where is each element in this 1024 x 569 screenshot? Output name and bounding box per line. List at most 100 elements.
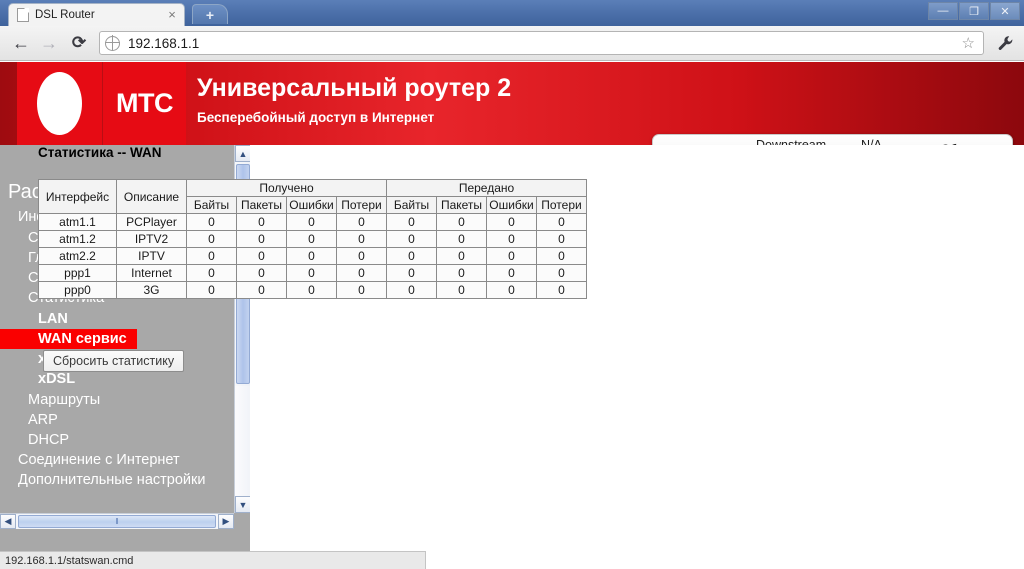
reload-icon[interactable]: ⟳ <box>65 30 93 56</box>
scroll-down-icon[interactable]: ▼ <box>235 496 251 513</box>
cell-interface: atm2.2 <box>38 247 117 265</box>
minimize-button[interactable]: — <box>928 2 958 20</box>
bookmark-star-icon[interactable]: ☆ <box>962 34 978 52</box>
cell-value: 0 <box>286 213 337 231</box>
scroll-up-icon[interactable]: ▲ <box>235 145 251 162</box>
tab-strip: DSL Router × + — ❐ ✕ <box>0 0 1024 26</box>
cell-value: 0 <box>386 213 437 231</box>
cell-value: 0 <box>386 230 437 248</box>
cell-value: 0 <box>386 281 437 299</box>
restore-button[interactable]: ❐ <box>959 2 989 20</box>
cell-value: 0 <box>536 247 587 265</box>
cell-value: 0 <box>236 247 287 265</box>
plus-icon: + <box>205 6 215 23</box>
cell-value: 0 <box>336 230 387 248</box>
page-icon <box>17 8 29 22</box>
grip-icon: ‖ <box>115 517 119 526</box>
cell-value: 0 <box>186 230 237 248</box>
sidebar-item-14[interactable]: Дополнительные настройки <box>0 470 234 490</box>
address-bar[interactable]: 192.168.1.1 ☆ <box>99 31 984 55</box>
cell-value: 0 <box>186 213 237 231</box>
cell-value: 0 <box>386 247 437 265</box>
cell-value: 0 <box>186 264 237 282</box>
cell-value: 0 <box>486 230 537 248</box>
cell-value: 0 <box>536 230 587 248</box>
table-sub-header: Байты <box>186 196 237 214</box>
cell-value: 0 <box>236 264 287 282</box>
cell-interface: ppp0 <box>38 281 117 299</box>
status-url-text: 192.168.1.1/statswan.cmd <box>5 554 134 567</box>
page-title: Статистика -- WAN <box>38 145 162 160</box>
table-head: Интерфейс Описание Получено Передано Байты П… <box>38 179 587 214</box>
cell-description: PCPlayer <box>116 213 187 231</box>
scroll-track[interactable] <box>235 386 251 496</box>
table-group-header: Передано <box>386 179 587 197</box>
sidebar-item-7[interactable]: WAN сервис <box>0 328 137 350</box>
cell-value: 0 <box>536 264 587 282</box>
cell-value: 0 <box>436 264 487 282</box>
close-window-button[interactable]: ✕ <box>990 2 1020 20</box>
egg-icon <box>37 72 82 135</box>
table-sub-header: Пакеты <box>236 196 287 214</box>
table-row: atm1.1 PCPlayer 0 0 0 0 0 0 0 0 <box>38 213 587 231</box>
cell-value: 0 <box>486 264 537 282</box>
cell-value: 0 <box>536 281 587 299</box>
cell-value: 0 <box>286 281 337 299</box>
cell-value: 0 <box>386 264 437 282</box>
scroll-left-icon[interactable]: ◀ <box>0 514 16 529</box>
cell-value: 0 <box>236 230 287 248</box>
cell-value: 0 <box>236 213 287 231</box>
cell-value: 0 <box>436 213 487 231</box>
back-arrow-icon[interactable]: ← <box>7 30 35 56</box>
cell-value: 0 <box>536 213 587 231</box>
close-icon[interactable]: × <box>165 8 179 22</box>
table-group-header-row: Интерфейс Описание Получено Передано <box>38 179 587 214</box>
cell-value: 0 <box>436 281 487 299</box>
browser-status-bar: 192.168.1.1/statswan.cmd <box>0 551 426 569</box>
cell-value: 0 <box>186 281 237 299</box>
sidebar-horizontal-scrollbar[interactable]: ◀ ‖ ▶ <box>0 513 234 529</box>
table-row: atm2.2 IPTV 0 0 0 0 0 0 0 0 <box>38 247 587 265</box>
table-group-header: Интерфейс <box>38 179 117 214</box>
cell-value: 0 <box>336 264 387 282</box>
sidebar-item-10[interactable]: Маршруты <box>0 390 234 410</box>
table-sub-header: Ошибки <box>486 196 537 214</box>
window-controls: — ❐ ✕ <box>928 2 1020 20</box>
banner-title: Универсальный роутер 2 <box>197 74 512 102</box>
wrench-icon[interactable] <box>992 30 1018 56</box>
cell-value: 0 <box>286 264 337 282</box>
browser-toolbar: ← → ⟳ 192.168.1.1 ☆ <box>0 26 1024 61</box>
sidebar-item-9[interactable]: xDSL <box>0 369 234 389</box>
reset-statistics-button[interactable]: Сбросить статистику <box>43 350 185 372</box>
cell-value: 0 <box>486 247 537 265</box>
cell-description: Internet <box>116 264 187 282</box>
table-row: ppp1 Internet 0 0 0 0 0 0 0 0 <box>38 264 587 282</box>
forward-arrow-icon[interactable]: → <box>35 30 63 56</box>
table-sub-header: Пакеты <box>436 196 487 214</box>
cell-interface: atm1.2 <box>38 230 117 248</box>
cell-value: 0 <box>336 213 387 231</box>
cell-value: 0 <box>436 247 487 265</box>
cell-description: 3G <box>116 281 187 299</box>
mts-brand-text: МТС <box>116 88 173 118</box>
table-body: atm1.1 PCPlayer 0 0 0 0 0 0 0 0 atm1.2 IPTV2 0 0 0 0 0 0 0… <box>38 213 587 299</box>
cell-value: 0 <box>486 281 537 299</box>
sidebar-item-11[interactable]: ARP <box>0 410 234 430</box>
hscroll-thumb[interactable]: ‖ <box>18 515 216 528</box>
table-row: ppp0 3G 0 0 0 0 0 0 0 0 <box>38 281 587 299</box>
browser-window: DSL Router × + — ❐ ✕ ← → ⟳ 192.168.1.1 ☆ <box>0 0 1024 569</box>
new-tab-button[interactable]: + <box>192 4 228 24</box>
scroll-right-icon[interactable]: ▶ <box>218 514 234 529</box>
url-text[interactable]: 192.168.1.1 <box>128 36 962 51</box>
table-row: atm1.2 IPTV2 0 0 0 0 0 0 0 0 <box>38 230 587 248</box>
sidebar-item-12[interactable]: DHCP <box>0 430 234 450</box>
page-viewport: МТС Универсальный роутер 2 Бесперебойный… <box>0 62 1024 569</box>
sidebar-item-6[interactable]: LAN <box>0 309 234 329</box>
mts-banner: МТС Универсальный роутер 2 Бесперебойный… <box>0 62 1024 145</box>
tab-dsl-router[interactable]: DSL Router × <box>8 3 185 26</box>
wan-statistics-table: Интерфейс Описание Получено Передано Байты П… <box>38 179 587 299</box>
cell-interface: atm1.1 <box>38 213 117 231</box>
globe-icon <box>104 35 120 51</box>
sidebar-item-13[interactable]: Соединение с Интернет <box>0 450 234 470</box>
table-sub-header: Потери <box>336 196 387 214</box>
